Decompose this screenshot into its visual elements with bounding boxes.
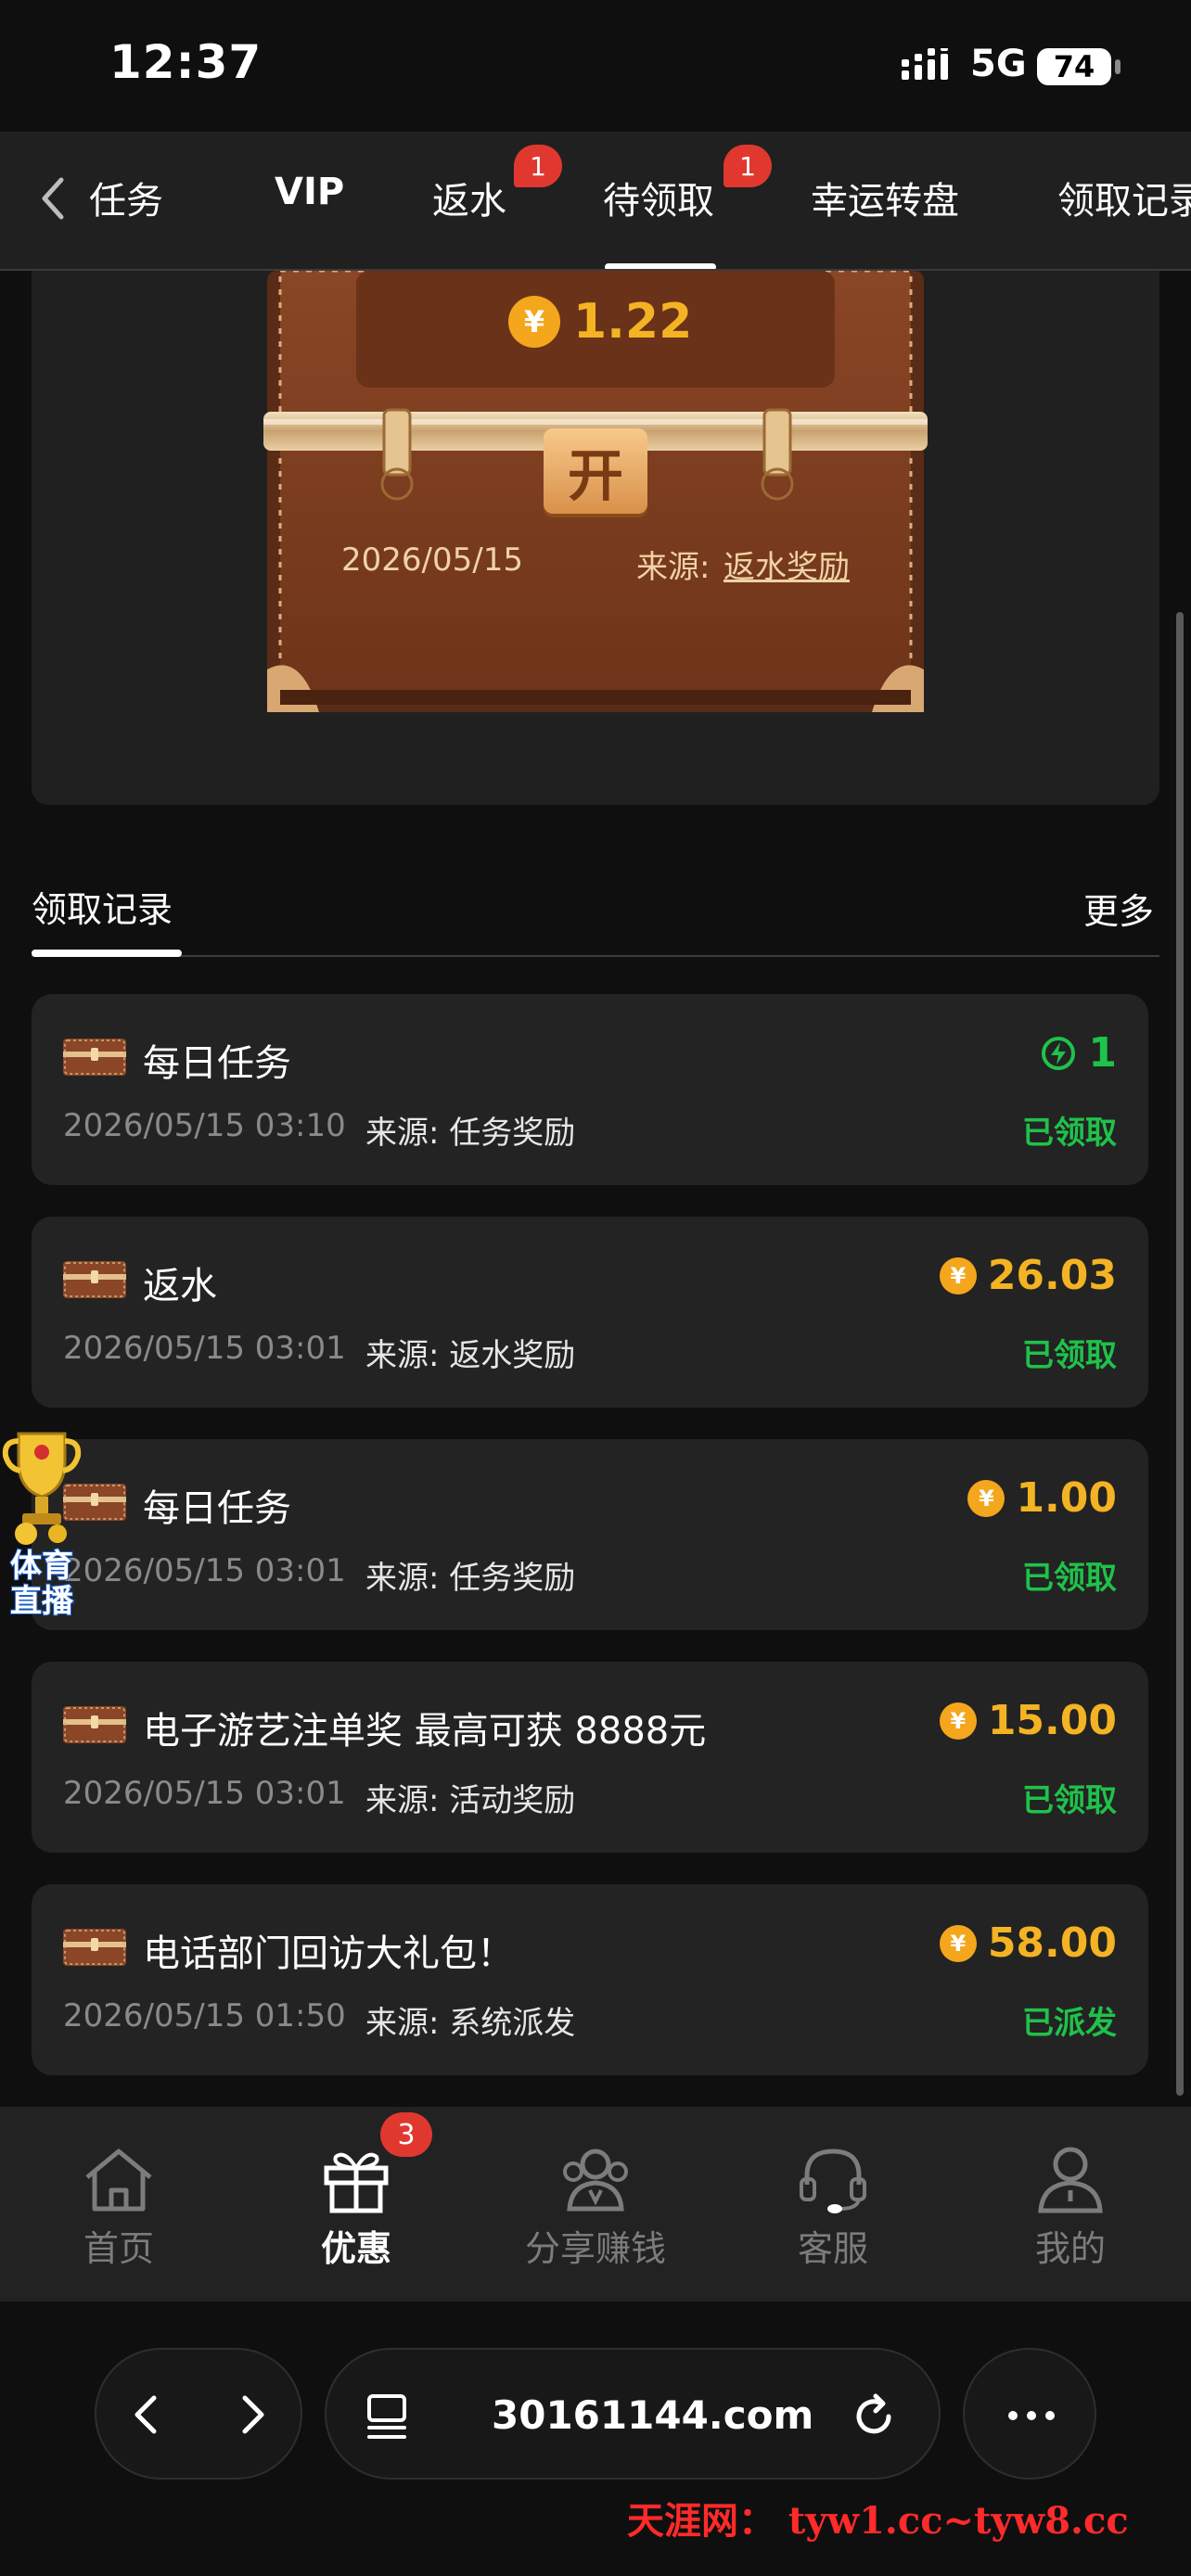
tab-pending[interactable]: 待领取 [603, 171, 714, 224]
chest-icon [63, 1706, 126, 1743]
record-date: 2026/05/15 03:01 [63, 1330, 346, 1367]
tab-vip[interactable]: VIP [275, 171, 344, 213]
record-status: 已领取 [1022, 1115, 1117, 1152]
record-title: 电话部门回访大礼包！ [143, 1932, 514, 1975]
scrollbar[interactable] [1176, 612, 1184, 2096]
active-tab-indicator [605, 263, 716, 269]
more-menu-button[interactable] [963, 2348, 1096, 2480]
record-source: 来源: 返水奖励 [365, 1337, 576, 1374]
record-source: 来源: 任务奖励 [365, 1560, 576, 1597]
chest-amount: ¥ 1.22 [508, 289, 692, 354]
category-tabbar: 任务 VIP 返水 1 待领取 1 幸运转盘 领取记录 [0, 132, 1191, 271]
watermark-text: 天涯网： tyw1.cc~tyw8.cc [627, 2499, 1129, 2543]
chest-source-label: 来源: [636, 549, 711, 586]
chest-icon [63, 1039, 126, 1076]
reload-icon[interactable] [846, 2389, 902, 2444]
tab-rebate-badge: 1 [514, 145, 562, 187]
records-more-link[interactable]: 更多 [1083, 883, 1154, 934]
record-title: 电子游艺注单奖 最高可获 8888元 [143, 1710, 707, 1753]
chest-date: 2026/05/15 [341, 542, 523, 579]
network-type: 5G [970, 43, 1027, 85]
record-amount: ¥15.00 [939, 1697, 1117, 1744]
signal-icon [902, 48, 948, 80]
records-title: 领取记录 [32, 889, 173, 930]
coin-icon: ¥ [508, 296, 560, 348]
home-icon [85, 2149, 152, 2212]
nav-home[interactable]: 首页 [35, 2144, 202, 2271]
tab-claim-history[interactable]: 领取记录 [1057, 171, 1191, 224]
chevron-left-icon[interactable] [26, 171, 82, 226]
energy-icon [1042, 1036, 1076, 1070]
record-amount-value: 1.00 [1016, 1474, 1117, 1522]
bottom-nav: 首页 优惠 分享赚钱 客服 我的 [0, 2107, 1191, 2302]
trophy-icon [2, 1432, 82, 1545]
coin-icon: ¥ [939, 1924, 977, 1962]
record-amount-value: 1 [1088, 1029, 1117, 1077]
record-card[interactable]: 每日任务 2026/05/15 03:01 来源: 任务奖励 ¥1.00 已领取 [32, 1439, 1148, 1630]
history-nav-group [95, 2348, 302, 2480]
record-date: 2026/05/15 03:10 [63, 1107, 346, 1144]
tab-lucky-wheel[interactable]: 幸运转盘 [811, 171, 959, 224]
record-status: 已派发 [1022, 2005, 1117, 2042]
sports-live-float-button[interactable]: 体育 直播 [0, 1424, 83, 1628]
nav-share-earn[interactable]: 分享赚钱 [512, 2144, 679, 2271]
record-amount-value: 26.03 [987, 1252, 1117, 1299]
record-title: 每日任务 [143, 1487, 291, 1530]
tabs-icon[interactable] [364, 2391, 416, 2442]
promotions-badge: 3 [380, 2112, 432, 2157]
record-source: 来源: 系统派发 [365, 2005, 576, 2042]
tab-rebate[interactable]: 返水 [432, 171, 506, 224]
divider [32, 955, 1159, 957]
nav-promotions[interactable]: 优惠 [273, 2144, 440, 2271]
status-time: 12:37 [109, 35, 263, 89]
record-date: 2026/05/15 01:50 [63, 1997, 346, 2034]
record-card[interactable]: 每日任务 2026/05/15 03:10 来源: 任务奖励 1 已领取 [32, 994, 1148, 1185]
record-status: 已领取 [1022, 1337, 1117, 1374]
status-bar: 12:37 5G 74 [0, 0, 1191, 132]
record-amount-value: 58.00 [987, 1919, 1117, 1967]
open-chest-button[interactable]: 开 [544, 428, 647, 514]
record-title: 每日任务 [143, 1042, 291, 1085]
record-date: 2026/05/15 03:01 [63, 1775, 346, 1812]
record-card[interactable]: 返水 2026/05/15 03:01 来源: 返水奖励 ¥26.03 已领取 [32, 1217, 1148, 1408]
tab-task[interactable]: 任务 [89, 171, 191, 224]
record-date: 2026/05/15 03:01 [63, 1552, 346, 1589]
chest-amount-value: 1.22 [573, 294, 693, 350]
address-bar[interactable]: 30161144.com [325, 2348, 941, 2480]
headset-icon [800, 2149, 866, 2213]
user-icon [1038, 2147, 1103, 2213]
record-status: 已领取 [1022, 1782, 1117, 1819]
record-source: 来源: 活动奖励 [365, 1782, 576, 1819]
share-icon [563, 2149, 628, 2212]
record-amount: 1 [1040, 1029, 1117, 1077]
more-dots-icon [1008, 2411, 1055, 2420]
nav-profile[interactable]: 我的 [987, 2144, 1154, 2271]
record-card[interactable]: 电话部门回访大礼包！ 2026/05/15 01:50 来源: 系统派发 ¥58.00… [32, 1884, 1148, 2075]
chest-source-link[interactable]: 返水奖励 [724, 542, 850, 587]
record-source: 来源: 任务奖励 [365, 1115, 576, 1152]
chest-icon [63, 1261, 126, 1298]
back-arrow-icon[interactable] [122, 2389, 174, 2441]
gift-icon [324, 2152, 389, 2213]
url-text[interactable]: 30161144.com [492, 2392, 813, 2438]
coin-icon: ¥ [939, 1256, 977, 1294]
battery-level: 74 [1053, 49, 1095, 84]
record-card[interactable]: 电子游艺注单奖 最高可获 8888元 2026/05/15 03:01 来源: 活动… [32, 1662, 1148, 1853]
chest-icon [63, 1929, 126, 1966]
forward-arrow-icon[interactable] [224, 2389, 276, 2441]
sports-live-label: 体育 直播 [9, 1548, 74, 1620]
tab-pending-badge: 1 [724, 145, 772, 187]
record-amount-value: 15.00 [987, 1697, 1117, 1744]
record-amount: ¥1.00 [967, 1474, 1117, 1522]
coin-icon: ¥ [967, 1479, 1005, 1517]
battery-indicator: 74 [1037, 48, 1121, 85]
record-status: 已领取 [1022, 1560, 1117, 1597]
record-amount: ¥26.03 [939, 1252, 1117, 1299]
record-title: 返水 [143, 1265, 217, 1307]
nav-customer-service[interactable]: 客服 [749, 2144, 916, 2271]
coin-icon: ¥ [939, 1702, 977, 1740]
records-title-indicator [32, 950, 182, 957]
record-amount: ¥58.00 [939, 1919, 1117, 1967]
